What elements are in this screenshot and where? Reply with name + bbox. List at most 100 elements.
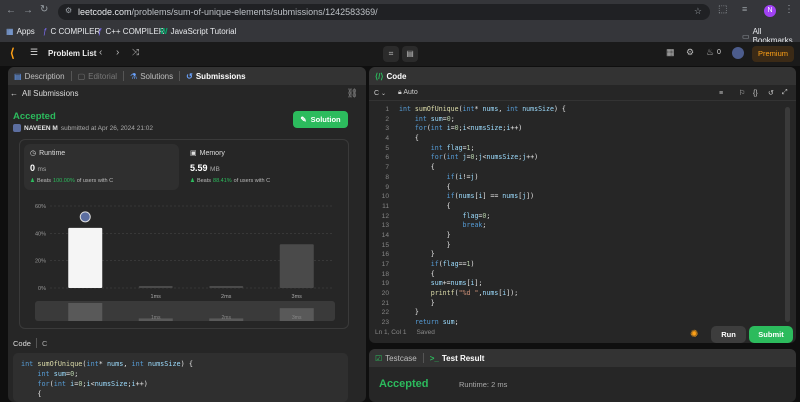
code-line[interactable]: int flag=1; bbox=[399, 144, 566, 154]
code-line[interactable]: if(flag==1) bbox=[399, 260, 566, 270]
all-submissions-link[interactable]: ← All Submissions bbox=[10, 89, 78, 98]
code-line[interactable]: sum+=nums[i]; bbox=[399, 279, 566, 289]
line-number: 19 bbox=[381, 280, 389, 288]
editorial-icon: ▢ bbox=[77, 71, 86, 81]
code-line[interactable]: if(i!=j) bbox=[399, 173, 566, 183]
runtime-card[interactable]: ◷ Runtime 0 ms ♟ Beats 100.00% of users … bbox=[24, 144, 179, 190]
settings-icon[interactable]: ⚙ bbox=[686, 47, 694, 58]
code-section-lang: C bbox=[41, 338, 48, 348]
x-tick-label: 1ms bbox=[151, 294, 162, 300]
w3-icon: W bbox=[160, 27, 168, 36]
code-line[interactable]: int sum=0; bbox=[399, 115, 566, 125]
user-marker-avatar bbox=[79, 211, 91, 223]
random-problem-icon[interactable]: ⤨ bbox=[132, 47, 139, 58]
editor-scrollbar[interactable] bbox=[785, 107, 790, 322]
media-icon[interactable]: ≡ bbox=[742, 4, 747, 14]
debug-icon[interactable]: ⌗ bbox=[383, 46, 399, 62]
code-line[interactable]: return sum; bbox=[399, 318, 566, 328]
prev-problem-icon[interactable]: ‹ bbox=[99, 47, 102, 58]
user-avatar[interactable] bbox=[732, 47, 744, 59]
code-line[interactable]: } bbox=[399, 299, 566, 309]
run-button[interactable]: Run bbox=[711, 326, 746, 343]
memory-chip-icon: ▣ bbox=[190, 150, 197, 157]
tab-description[interactable]: ▤ Description bbox=[8, 67, 71, 85]
bookmark-cpp-compiler[interactable]: ƒ C++ COMPILER bbox=[98, 27, 165, 36]
code-line[interactable]: } bbox=[399, 250, 566, 260]
bookmark-icon[interactable]: ⚐ bbox=[739, 89, 745, 97]
line-number-gutter: 1 2 3 4 5 6 7 8 9 10 11 12 13 14 15 16 17 18 19 20 21 22 23 bbox=[369, 105, 391, 327]
profile-avatar[interactable]: N bbox=[764, 5, 776, 17]
back-icon[interactable]: ← bbox=[6, 5, 16, 16]
tab-testcase[interactable]: ☑ Testcase bbox=[369, 349, 423, 367]
language-select[interactable]: C ⌄ bbox=[374, 90, 386, 97]
forward-icon[interactable]: → bbox=[23, 5, 33, 16]
code-line[interactable]: } bbox=[399, 308, 566, 318]
code-line[interactable]: { bbox=[399, 183, 566, 193]
braces-icon[interactable]: {} bbox=[753, 90, 758, 97]
submitted-code-block: int sumOfUnique(int* nums, int numsSize)… bbox=[13, 353, 348, 402]
format-icon[interactable]: ≡ bbox=[719, 90, 723, 97]
bookmark-c-compiler[interactable]: ƒC COMPILER bbox=[43, 27, 100, 36]
code-line[interactable]: printf("%d ",nums[i]); bbox=[399, 289, 566, 299]
code-line[interactable]: flag=0; bbox=[399, 212, 566, 222]
tab-editorial[interactable]: ▢ Editorial bbox=[72, 67, 123, 85]
notes-icon[interactable]: ▤ bbox=[402, 46, 418, 62]
code-editor[interactable]: 1 2 3 4 5 6 7 8 9 10 11 12 13 14 15 16 17 18 19 20 21 22 23 in… bbox=[369, 105, 779, 327]
code-line[interactable]: for(int i=0;i<numsSize;i++) bbox=[399, 124, 566, 134]
problem-list-link[interactable]: Problem List bbox=[48, 49, 96, 58]
bookmark-javascript[interactable]: W JavaScript Tutorial bbox=[160, 27, 236, 36]
fullscreen-icon[interactable]: ⤢ bbox=[782, 89, 788, 97]
author-avatar bbox=[13, 124, 21, 132]
menu-icon[interactable]: ⋮ bbox=[784, 4, 794, 15]
terminal-icon: >_ bbox=[429, 353, 439, 363]
submission-meta: NAVEEN M submitted at Apr 26, 2024 21:02 bbox=[13, 124, 153, 132]
code-line[interactable]: { bbox=[399, 270, 566, 280]
editor-status-bar: Ln 1, Col 1 Saved bbox=[375, 329, 435, 336]
result-runtime: Runtime: 2 ms bbox=[459, 380, 508, 389]
tab-solutions[interactable]: ⚗ Solutions bbox=[124, 67, 179, 85]
editor-code[interactable]: int sumOfUnique(int* nums, int numsSize)… bbox=[399, 105, 566, 327]
memory-card[interactable]: ▣ Memory 5.59 MB ♟ Beats 88.41% of users… bbox=[184, 144, 339, 190]
next-problem-icon[interactable]: › bbox=[116, 47, 119, 58]
apps-grid-icon: ▦ bbox=[6, 27, 14, 36]
code-line[interactable]: { bbox=[399, 163, 566, 173]
star-icon[interactable]: ☆ bbox=[694, 6, 702, 17]
address-bar[interactable]: ⚙ leetcode.com/problems/sum-of-unique-el… bbox=[58, 4, 710, 20]
tab-submissions[interactable]: ↺ Submissions bbox=[180, 67, 252, 85]
code-line: for(int i=0;i<numsSize;i++) bbox=[37, 380, 148, 388]
extensions-icon[interactable]: ⬚ bbox=[718, 4, 727, 15]
solution-button[interactable]: ✎ Solution bbox=[293, 111, 348, 128]
submit-button[interactable]: Submit bbox=[749, 326, 793, 343]
code-line[interactable]: { bbox=[399, 202, 566, 212]
code-line[interactable]: for(int j=0;j<numsSize;j++) bbox=[399, 153, 566, 163]
line-number: 11 bbox=[382, 202, 389, 210]
author-name[interactable]: NAVEEN M bbox=[24, 125, 58, 132]
line-number: 23 bbox=[381, 319, 389, 327]
code-line[interactable]: break; bbox=[399, 221, 566, 231]
code-line[interactable]: { bbox=[399, 134, 566, 144]
url-host: leetcode.com bbox=[78, 7, 132, 17]
site-info-icon[interactable]: ⚙ bbox=[65, 6, 72, 15]
code-line[interactable]: int sumOfUnique(int* nums, int numsSize)… bbox=[399, 105, 566, 115]
streak-fire-icon[interactable]: ♨ bbox=[706, 47, 714, 58]
code-line[interactable]: if(nums[i] == nums[j]) bbox=[399, 192, 566, 202]
reload-icon[interactable]: ↻ bbox=[40, 4, 48, 15]
reset-icon[interactable]: ↺ bbox=[768, 89, 774, 97]
submissions-icon: ↺ bbox=[186, 71, 193, 81]
runtime-distribution-chart[interactable]: 60% 40% 20% 0% 1ms 2ms 3ms 1ms 2ms 3ms bbox=[20, 196, 348, 328]
layout-icon[interactable]: ▦ bbox=[666, 47, 675, 58]
tab-code[interactable]: ⟨/⟩ Code bbox=[369, 67, 412, 85]
stats-card: ◷ Runtime 0 ms ♟ Beats 100.00% of users … bbox=[19, 139, 349, 329]
share-link-icon[interactable]: ⛓ bbox=[347, 88, 358, 99]
tab-test-result[interactable]: >_ Test Result bbox=[424, 349, 491, 367]
memory-unit: MB bbox=[210, 166, 220, 173]
ai-assist-icon[interactable]: ✺ bbox=[690, 329, 698, 340]
line-number: 2 bbox=[385, 115, 389, 123]
premium-button[interactable]: Premium bbox=[752, 46, 794, 62]
code-line[interactable]: } bbox=[399, 241, 566, 251]
bookmark-apps[interactable]: ▦ Apps bbox=[6, 27, 35, 36]
autocomplete-toggle[interactable]: 🔒︎ Auto bbox=[398, 89, 418, 97]
submission-status: Accepted bbox=[13, 111, 56, 122]
code-line[interactable]: } bbox=[399, 231, 566, 241]
leetcode-logo-icon[interactable]: ⟨ bbox=[10, 46, 15, 60]
